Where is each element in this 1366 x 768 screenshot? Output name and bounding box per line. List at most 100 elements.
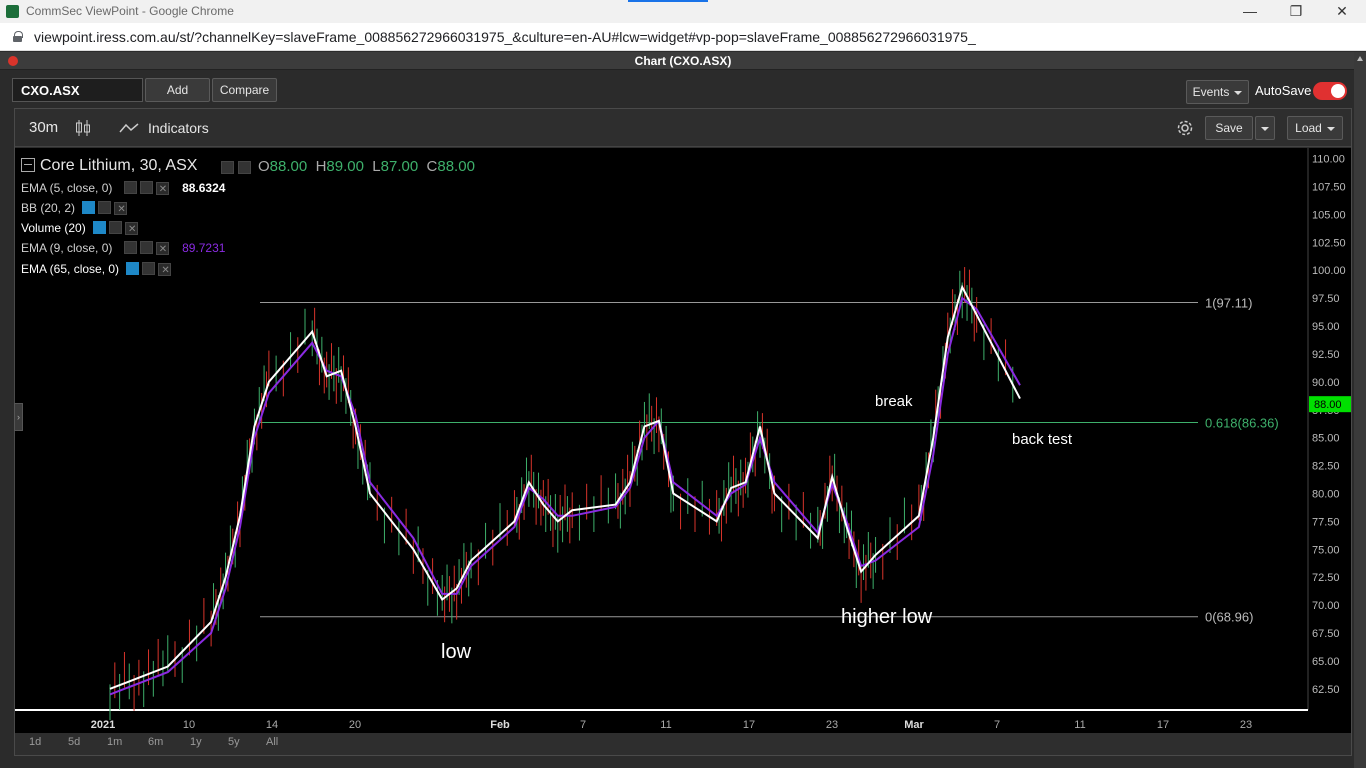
price-chart[interactable]: 110.00 107.50 105.00 102.50 100.00 97.50 95.00…: [15, 148, 1351, 733]
load-label: Load: [1295, 121, 1322, 135]
y-tick-label: 90.00: [1312, 377, 1340, 389]
fib-level-label: 1(97.11): [1205, 295, 1252, 310]
study-name: EMA (65, close, 0): [21, 262, 120, 276]
x-tick-label: 11: [660, 719, 671, 731]
chevron-down-icon: [1261, 126, 1269, 131]
x-tick-label: 11: [1074, 719, 1085, 731]
range-6m[interactable]: 6m: [148, 736, 163, 748]
y-tick-label: 110.00: [1312, 154, 1345, 166]
indicators-icon[interactable]: [119, 122, 139, 134]
side-panel-handle[interactable]: ›: [14, 403, 23, 431]
chart-canvas[interactable]: 110.00 107.50 105.00 102.50 100.00 97.50 95.00…: [15, 148, 1351, 733]
title-accent: [628, 0, 708, 2]
last-price-label: 88.00: [1314, 399, 1342, 411]
range-bar: [15, 733, 1351, 755]
vertical-scrollbar[interactable]: [1354, 52, 1366, 768]
chevron-down-icon: [1234, 90, 1243, 95]
ohlc-readout: O88.00 H89.00 L87.00 C88.00: [258, 158, 475, 175]
x-tick-label: 17: [743, 719, 755, 731]
lock-icon: [13, 31, 23, 42]
high-label: H: [315, 158, 327, 175]
range-1y[interactable]: 1y: [190, 736, 202, 748]
study-ema65[interactable]: EMA (65, close, 0): [21, 262, 172, 276]
y-tick-label: 95.00: [1312, 321, 1340, 333]
save-button[interactable]: Save: [1205, 116, 1253, 140]
y-tick-label: 67.50: [1312, 628, 1340, 640]
panel-title: Chart (CXO.ASX): [634, 54, 732, 68]
settings-icon[interactable]: [238, 161, 251, 174]
candlestick-type-icon[interactable]: [75, 119, 91, 137]
settings-icon[interactable]: [139, 241, 153, 254]
x-tick-label: Feb: [490, 719, 510, 731]
visibility-icon[interactable]: [123, 181, 137, 194]
compare-button[interactable]: Compare: [212, 78, 277, 102]
load-dropdown[interactable]: Load: [1287, 116, 1343, 140]
chart-toolbar: 30m Indicators Save Load: [15, 109, 1351, 147]
remove-study-icon[interactable]: [155, 242, 169, 255]
symbol-input[interactable]: CXO.ASX: [12, 78, 143, 102]
study-bb[interactable]: BB (20, 2): [21, 201, 128, 215]
range-5y[interactable]: 5y: [228, 736, 240, 748]
study-value: 88.6324: [182, 181, 226, 195]
x-tick-label: 17: [1157, 719, 1169, 731]
study-ema5[interactable]: EMA (5, close, 0) 88.6324: [21, 181, 225, 195]
remove-study-icon[interactable]: [155, 182, 169, 195]
settings-icon[interactable]: [98, 201, 112, 214]
close-label: C: [426, 158, 438, 175]
add-button[interactable]: Add: [145, 78, 210, 102]
autosave-label: AutoSave: [1255, 83, 1312, 98]
x-tick-label: 23: [826, 719, 838, 731]
range-1m[interactable]: 1m: [107, 736, 122, 748]
remove-study-icon[interactable]: [114, 202, 128, 215]
y-tick-label: 92.50: [1312, 349, 1340, 361]
high-value: 89.00: [326, 158, 364, 175]
annotation-higher-low: higher low: [841, 606, 933, 628]
y-tick-label: 80.00: [1312, 488, 1340, 500]
range-1d[interactable]: 1d: [29, 736, 41, 748]
settings-icon[interactable]: [109, 221, 123, 234]
study-name: EMA (9, close, 0): [21, 241, 113, 255]
visibility-icon[interactable]: [93, 221, 107, 234]
visibility-icon[interactable]: [221, 161, 234, 174]
range-all[interactable]: All: [266, 736, 278, 748]
chevron-down-icon: [1326, 126, 1335, 131]
save-options-button[interactable]: [1255, 116, 1275, 140]
study-volume[interactable]: Volume (20): [21, 221, 139, 235]
settings-gear-icon[interactable]: [1175, 118, 1195, 138]
close-value: 88.00: [437, 158, 475, 175]
annotation-back-test: back test: [1012, 431, 1073, 448]
y-tick-label: 85.00: [1312, 433, 1340, 445]
remove-study-icon[interactable]: [158, 263, 172, 276]
close-window-button[interactable]: ✕: [1319, 2, 1365, 22]
url-text[interactable]: viewpoint.iress.com.au/st/?channelKey=sl…: [34, 29, 976, 45]
indicators-button[interactable]: Indicators: [148, 120, 209, 136]
events-dropdown[interactable]: Events: [1186, 80, 1249, 104]
restore-button[interactable]: ❐: [1273, 2, 1319, 22]
range-5d[interactable]: 5d: [68, 736, 80, 748]
settings-icon[interactable]: [139, 181, 153, 194]
scroll-up-icon[interactable]: [1357, 56, 1363, 61]
collapse-legend-icon[interactable]: [21, 158, 35, 172]
close-panel-icon[interactable]: [8, 56, 18, 66]
visibility-icon[interactable]: [82, 201, 96, 214]
visibility-icon[interactable]: [123, 241, 137, 254]
interval-selector[interactable]: 30m: [29, 119, 58, 136]
x-tick-label: 2021: [91, 719, 115, 731]
y-tick-label: 72.50: [1312, 572, 1340, 584]
study-name: BB (20, 2): [21, 201, 76, 215]
x-tick-label: 7: [580, 719, 586, 731]
y-tick-label: 102.50: [1312, 237, 1346, 249]
x-tick-label: 7: [994, 719, 1000, 731]
study-ema9[interactable]: EMA (9, close, 0) 89.7231: [21, 241, 225, 255]
visibility-icon[interactable]: [126, 262, 140, 275]
panel-title-bar: Chart (CXO.ASX): [0, 52, 1366, 70]
autosave-toggle[interactable]: [1313, 82, 1347, 100]
minimize-button[interactable]: —: [1227, 2, 1273, 22]
settings-icon[interactable]: [142, 262, 156, 275]
x-tick-label: 14: [266, 719, 278, 731]
address-bar[interactable]: viewpoint.iress.com.au/st/?channelKey=sl…: [0, 23, 1366, 51]
remove-study-icon[interactable]: [125, 222, 139, 235]
open-label: O: [258, 158, 270, 175]
events-label: Events: [1192, 85, 1230, 99]
low-value: 87.00: [380, 158, 419, 175]
